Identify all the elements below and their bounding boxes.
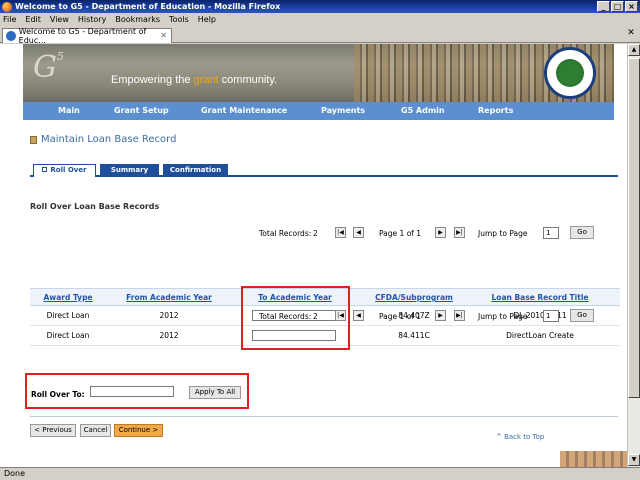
- status-text: Done: [4, 469, 26, 478]
- main-nav: Main Grant Setup Grant Maintenance Payme…: [23, 102, 614, 120]
- page-viewport: G5 Empowering the grant community. Main …: [0, 44, 627, 467]
- tab-roll-over-label: Roll Over: [50, 166, 87, 174]
- vertical-scrollbar[interactable]: ▲ ▼: [627, 44, 640, 467]
- col-cfda-subprogram[interactable]: CFDA/Subprogram: [375, 293, 453, 302]
- col-loan-base-record-title[interactable]: Loan Base Record Title: [492, 293, 589, 302]
- site-banner: G5 Empowering the grant community.: [23, 44, 614, 102]
- first-page-icon[interactable]: |◀: [335, 227, 346, 238]
- total-records-label: Total Records:: [259, 229, 312, 238]
- jump-to-page-label: Jump to Page: [478, 312, 528, 321]
- col-from-academic-year[interactable]: From Academic Year: [126, 293, 212, 302]
- nav-main[interactable]: Main: [58, 106, 80, 115]
- tab-marker-icon: [42, 167, 48, 172]
- tab-summary[interactable]: Summary: [100, 164, 159, 177]
- cell-award-type: Direct Loan: [46, 331, 90, 340]
- page-title-text: Maintain Loan Base Record: [41, 134, 177, 145]
- next-page-icon[interactable]: ▶: [435, 227, 446, 238]
- nav-g5-admin[interactable]: G5 Admin: [401, 106, 445, 115]
- cell-cfda: 84.411C: [398, 331, 430, 340]
- close-tabs-icon[interactable]: ✕: [625, 28, 637, 40]
- g5-logo: G5: [33, 50, 64, 85]
- document-icon: [30, 135, 37, 144]
- tagline-grant: grant: [193, 74, 219, 86]
- menu-bar: File Edit View History Bookmarks Tools H…: [0, 13, 640, 26]
- process-tabs: Roll Over Summary Confirmation: [30, 164, 618, 177]
- total-records-value: 2: [313, 229, 318, 238]
- footer-decoration: [560, 451, 627, 467]
- minimize-button[interactable]: _: [597, 1, 610, 12]
- highlight-roll-over-to: [25, 373, 249, 409]
- window-title: Welcome to G5 - Department of Education …: [15, 2, 281, 11]
- maximize-button[interactable]: □: [611, 1, 624, 12]
- jump-page-input[interactable]: 1: [543, 227, 559, 239]
- firefox-icon: [2, 1, 12, 12]
- cell-from-year: 2012: [159, 331, 179, 340]
- jump-to-page-label: Jump to Page: [478, 229, 528, 238]
- back-to-top-link[interactable]: ^ Back to Top: [496, 433, 544, 441]
- col-award-type[interactable]: Award Type: [43, 293, 92, 302]
- menu-edit[interactable]: Edit: [25, 15, 41, 24]
- scroll-thumb[interactable]: [628, 58, 640, 398]
- scroll-down-icon[interactable]: ▼: [628, 454, 640, 466]
- nav-grant-setup[interactable]: Grant Setup: [114, 106, 169, 115]
- window-controls: _ □ ×: [597, 1, 638, 12]
- last-page-icon[interactable]: ▶|: [454, 310, 465, 321]
- nav-reports[interactable]: Reports: [478, 106, 513, 115]
- continue-button[interactable]: Continue >: [114, 424, 163, 437]
- browser-tab-label: Welcome to G5 - Department of Educ...: [18, 27, 147, 45]
- menu-file[interactable]: File: [3, 15, 16, 24]
- close-button[interactable]: ×: [625, 1, 638, 12]
- nav-payments[interactable]: Payments: [321, 106, 365, 115]
- cell-title: DirectLoan Create: [506, 331, 574, 340]
- tab-close-icon[interactable]: ✕: [160, 31, 167, 40]
- go-button[interactable]: Go: [570, 309, 594, 322]
- tab-roll-over[interactable]: Roll Over: [33, 164, 96, 177]
- last-page-icon[interactable]: ▶|: [454, 227, 465, 238]
- nav-grant-maintenance[interactable]: Grant Maintenance: [201, 106, 287, 115]
- jump-page-input[interactable]: 1: [543, 310, 559, 322]
- previous-button[interactable]: < Previous: [30, 424, 76, 437]
- logo-superscript: 5: [56, 50, 64, 63]
- cancel-button[interactable]: Cancel: [80, 424, 111, 437]
- browser-tab-bar: Welcome to G5 - Department of Educ... ✕ …: [0, 27, 640, 45]
- total-records-label: Total Records:: [259, 312, 312, 321]
- next-page-icon[interactable]: ▶: [435, 310, 446, 321]
- total-records-value: 2: [313, 312, 318, 321]
- prev-page-icon[interactable]: ◀: [353, 227, 364, 238]
- window-titlebar: Welcome to G5 - Department of Education …: [0, 0, 640, 13]
- pager-top: Total Records: 2 |◀ ◀ Page 1 of 1 ▶ ▶| J…: [23, 226, 623, 239]
- prev-page-icon[interactable]: ◀: [353, 310, 364, 321]
- tab-confirmation[interactable]: Confirmation: [163, 164, 228, 177]
- menu-bookmarks[interactable]: Bookmarks: [115, 15, 160, 24]
- go-button[interactable]: Go: [570, 226, 594, 239]
- status-bar: Done: [0, 467, 640, 480]
- department-seal-icon: [544, 47, 596, 99]
- section-divider: [30, 416, 618, 417]
- seal-tree-icon: [556, 59, 584, 87]
- tagline-post: community.: [218, 74, 278, 86]
- page-info: Page 1 of 1: [379, 229, 422, 238]
- browser-tab[interactable]: Welcome to G5 - Department of Educ... ✕: [2, 27, 172, 45]
- menu-view[interactable]: View: [50, 15, 69, 24]
- first-page-icon[interactable]: |◀: [335, 310, 346, 321]
- page-title: Maintain Loan Base Record: [30, 134, 176, 145]
- menu-help[interactable]: Help: [198, 15, 216, 24]
- menu-tools[interactable]: Tools: [169, 15, 189, 24]
- pager-bottom: Total Records: 2 |◀ ◀ Page 1 of 1 ▶ ▶| J…: [23, 309, 623, 322]
- tagline: Empowering the grant community.: [111, 74, 277, 86]
- section-title: Roll Over Loan Base Records: [30, 202, 160, 211]
- globe-icon: [6, 31, 16, 41]
- tab-confirmation-label: Confirmation: [169, 166, 222, 174]
- page-info: Page 1 of 1: [379, 312, 422, 321]
- scroll-up-icon[interactable]: ▲: [628, 44, 640, 56]
- tagline-pre: Empowering the: [111, 74, 194, 86]
- menu-history[interactable]: History: [78, 15, 106, 24]
- tab-summary-label: Summary: [110, 166, 149, 174]
